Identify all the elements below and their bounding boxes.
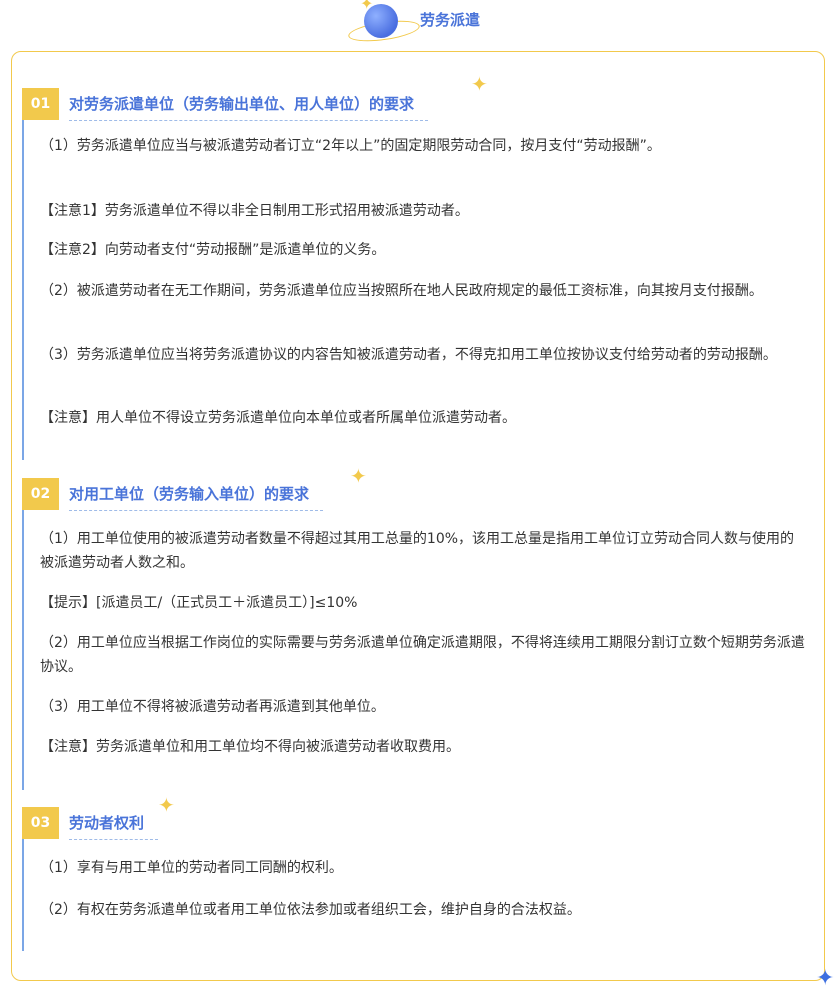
section-3: 03 劳动者权利 ✦ （1）享有与用工单位的劳动者同工同酬的权利。 （2）有权在…: [22, 795, 812, 951]
paragraph: （1）享有与用工单位的劳动者同工同酬的权利。: [40, 860, 343, 876]
section-2-title: 对用工单位（劳务输入单位）的要求: [69, 478, 324, 511]
section-3-title: 劳动者权利: [69, 807, 159, 840]
sparkle-icon: ✦: [158, 793, 175, 817]
section-1: 01 对劳务派遣单位（劳务输出单位、用人单位）的要求 ✦ （1）劳务派遣单位应当…: [22, 74, 812, 460]
page-header: ✦ 劳务派遣: [0, 0, 839, 45]
section-1-number: 01: [22, 88, 59, 120]
paragraph: 【注意2】向劳动者支付“劳动报酬”是派遣单位的义务。: [40, 242, 386, 258]
page-title: 劳务派遣: [420, 11, 481, 29]
sparkle-icon: ✦: [350, 464, 367, 488]
section-3-number: 03: [22, 807, 59, 839]
paragraph: （3）劳务派遣单位应当将劳务派遣协议的内容告知被派遣劳动者，不得克扣用工单位按协…: [40, 347, 777, 363]
section-2-accent-line: [22, 478, 24, 790]
paragraph: 【注意1】劳务派遣单位不得以非全日制用工形式招用被派遣劳动者。: [40, 203, 469, 219]
section-1-title: 对劳务派遣单位（劳务输出单位、用人单位）的要求: [69, 88, 429, 121]
section-2: 02 对用工单位（劳务输入单位）的要求 ✦ （1）用工单位使用的被派遣劳动者数量…: [22, 466, 812, 790]
sparkle-icon: ✦: [360, 0, 374, 13]
paragraph: （1）劳务派遣单位应当与被派遣劳动者订立“2年以上”的固定期限劳动合同，按月支付…: [40, 138, 661, 154]
section-2-number: 02: [22, 478, 59, 510]
paragraph: （2）被派遣劳动者在无工作期间，劳务派遣单位应当按照所在地人民政府规定的最低工资…: [40, 283, 763, 299]
paragraph: 【提示】[派遣员工/（正式员工＋派遣员工）]≤10%: [40, 595, 358, 611]
corner-star-icon: ✦: [816, 966, 835, 991]
paragraph: （1）用工单位使用的被派遣劳动者数量不得超过其用工总量的10%，该用工总量是指用…: [40, 531, 795, 571]
paragraph: （3）用工单位不得将被派遣劳动者再派遣到其他单位。: [40, 699, 385, 715]
paragraph: （2）用工单位应当根据工作岗位的实际需要与劳务派遣单位确定派遣期限，不得将连续用…: [40, 635, 805, 675]
section-1-accent-line: [22, 88, 24, 460]
paragraph: 【注意】用人单位不得设立劳务派遣单位向本单位或者所属单位派遣劳动者。: [40, 410, 516, 426]
paragraph: 【注意】劳务派遣单位和用工单位均不得向被派遣劳动者收取费用。: [40, 739, 460, 755]
sparkle-icon: ✦: [471, 72, 488, 96]
paragraph: （2）有权在劳务派遣单位或者用工单位依法参加或者组织工会，维护自身的合法权益。: [40, 902, 581, 918]
